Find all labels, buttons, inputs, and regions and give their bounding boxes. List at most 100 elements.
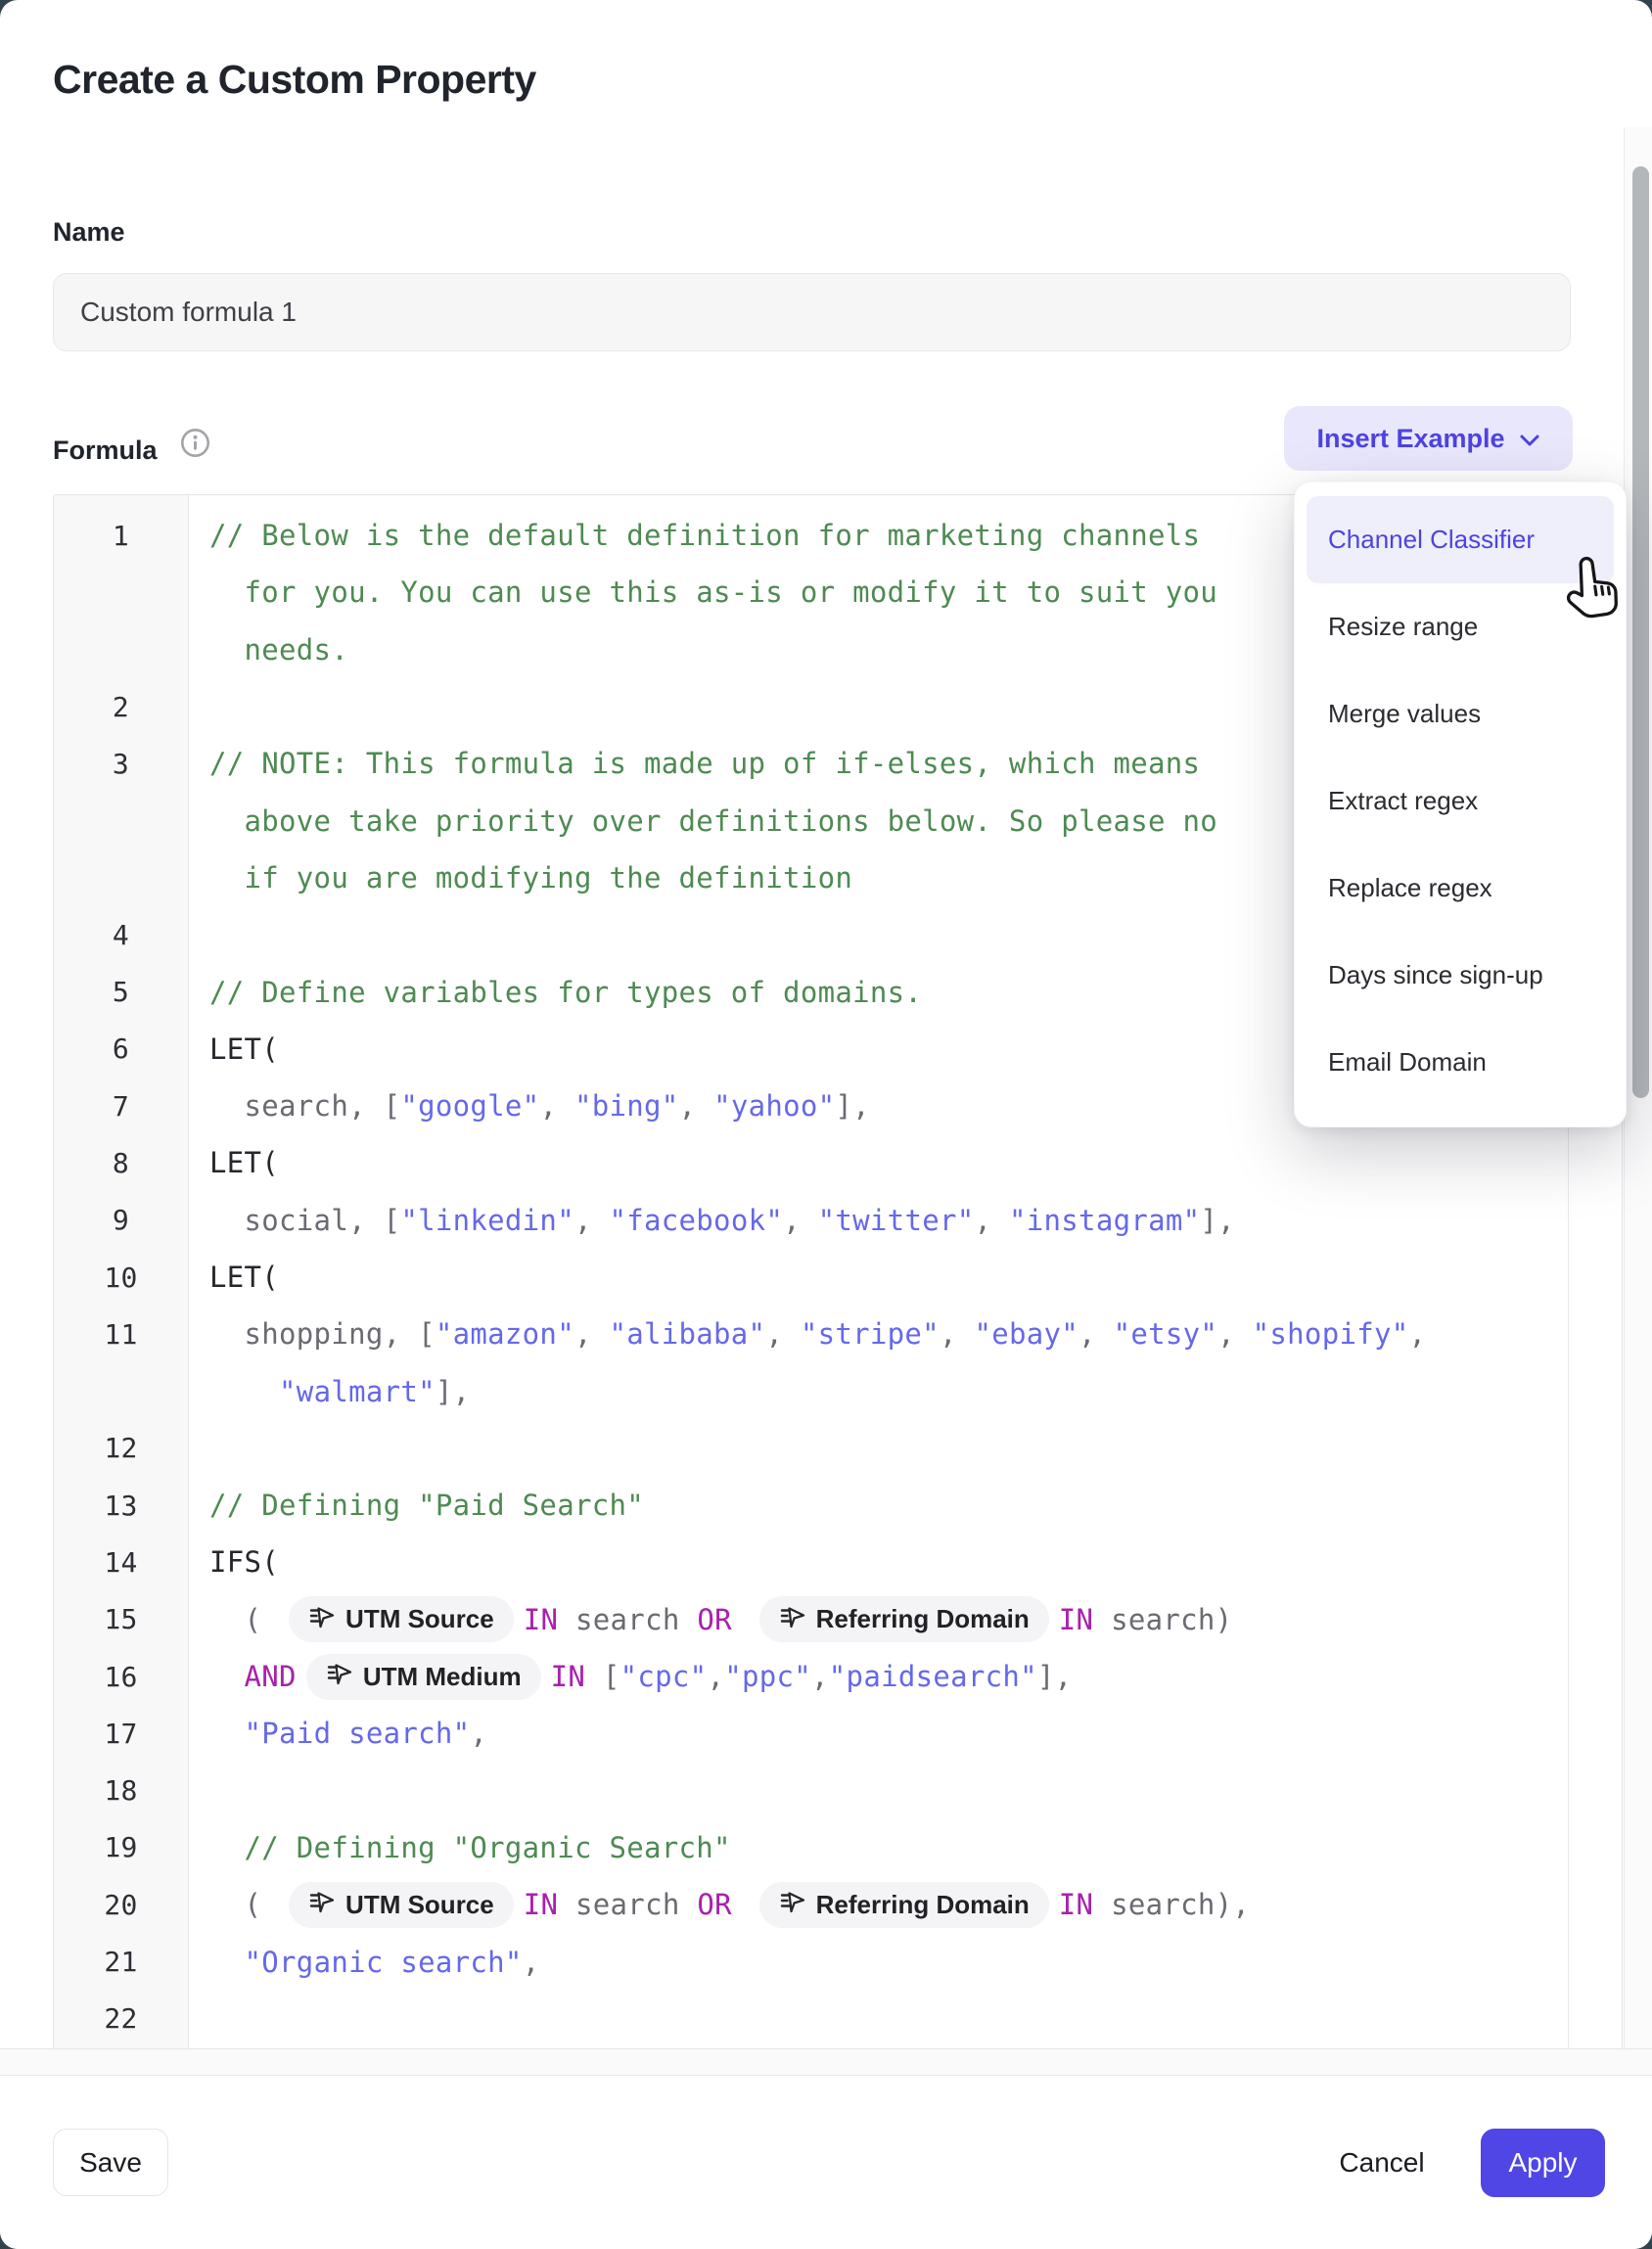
code-token: IFS( xyxy=(209,1545,279,1579)
code-token: "twitter" xyxy=(818,1204,975,1237)
variable-chip[interactable]: UTM Source xyxy=(289,1596,514,1642)
line-number: 9 xyxy=(54,1192,188,1249)
code-token xyxy=(209,1375,279,1408)
code-token: , xyxy=(539,1089,574,1123)
code-token: // NOTE: This formula is made up of if-e… xyxy=(209,747,1200,780)
code-token: ], xyxy=(835,1089,870,1123)
line-number: 13 xyxy=(54,1477,188,1534)
menu-item-merge-values[interactable]: Merge values xyxy=(1307,670,1614,757)
code-token: IN xyxy=(551,1660,586,1693)
code-line[interactable]: LET( xyxy=(190,1134,1568,1191)
variable-chip[interactable]: UTM Medium xyxy=(306,1654,541,1700)
code-token: for you. You can use this as-is or modif… xyxy=(209,575,1217,609)
code-token: LET( xyxy=(209,1033,279,1066)
code-token: "ebay" xyxy=(974,1317,1078,1351)
menu-item-days-since-sign-up[interactable]: Days since sign-up xyxy=(1307,932,1614,1019)
insert-example-button[interactable]: Insert Example xyxy=(1284,406,1573,471)
code-line[interactable] xyxy=(190,1991,1568,2047)
name-input[interactable] xyxy=(53,273,1571,351)
code-token: IN xyxy=(1059,1888,1094,1921)
code-line[interactable] xyxy=(190,1763,1568,1819)
line-number: 22 xyxy=(54,1991,188,2047)
code-token: above take priority over definitions bel… xyxy=(209,804,1217,838)
code-token xyxy=(732,1888,750,1921)
name-label: Name xyxy=(53,217,125,248)
code-token: search) xyxy=(1093,1603,1232,1636)
line-number: 21 xyxy=(54,1933,188,1990)
variable-chip-label: UTM Source xyxy=(345,1604,494,1634)
code-token: search), xyxy=(1093,1888,1250,1921)
cancel-button[interactable]: Cancel xyxy=(1318,2129,1446,2196)
code-token: IN xyxy=(524,1603,559,1636)
line-number: 12 xyxy=(54,1420,188,1477)
variable-chip-label: UTM Medium xyxy=(363,1662,522,1692)
code-token: ( xyxy=(209,1603,279,1636)
code-token: IN xyxy=(524,1888,559,1921)
code-line[interactable]: social, ["linkedin", "facebook", "twitte… xyxy=(190,1192,1568,1249)
code-token: ( xyxy=(209,1888,279,1921)
variable-send-icon xyxy=(779,1888,805,1921)
code-token: "paidsearch" xyxy=(829,1660,1037,1693)
line-number: 5 xyxy=(54,963,188,1020)
variable-send-icon xyxy=(308,1603,335,1636)
line-number-gutter: 12345678910111213141516171819202122 xyxy=(54,495,189,2049)
code-line[interactable]: // Defining "Organic Search" xyxy=(190,1819,1568,1876)
code-line[interactable]: shopping, ["amazon", "alibaba", "stripe"… xyxy=(190,1306,1568,1362)
code-token: , xyxy=(783,1204,818,1237)
vertical-scrollbar-thumb[interactable] xyxy=(1632,166,1649,1098)
code-line[interactable]: // Defining "Paid Search" xyxy=(190,1477,1568,1534)
code-token: "walmart" xyxy=(279,1375,436,1408)
code-line[interactable]: "Paid search", xyxy=(190,1705,1568,1762)
line-number: 15 xyxy=(54,1591,188,1648)
code-token: "Organic search" xyxy=(245,1946,523,1979)
save-button[interactable]: Save xyxy=(53,2129,168,2196)
code-token: "linkedin" xyxy=(400,1204,574,1237)
line-number: 11 xyxy=(54,1306,188,1362)
code-token: ], xyxy=(436,1375,471,1408)
code-token: , xyxy=(574,1204,610,1237)
code-line[interactable]: LET( xyxy=(190,1249,1568,1306)
menu-item-email-domain[interactable]: Email Domain xyxy=(1307,1019,1614,1106)
code-token: "shopify" xyxy=(1253,1317,1409,1351)
code-token: , xyxy=(707,1660,724,1693)
code-token: search, [ xyxy=(209,1089,400,1123)
variable-chip-label: UTM Source xyxy=(345,1890,494,1920)
chevron-down-icon xyxy=(1519,424,1540,454)
line-number: 7 xyxy=(54,1078,188,1134)
code-line[interactable]: ( UTM SourceIN search OR Referring Domai… xyxy=(190,1876,1568,1933)
code-line[interactable] xyxy=(190,1420,1568,1477)
line-number: 16 xyxy=(54,1648,188,1705)
line-number: 18 xyxy=(54,1763,188,1819)
code-token: , xyxy=(974,1204,1009,1237)
horizontal-scrollbar-track[interactable] xyxy=(0,2048,1652,2076)
line-number xyxy=(54,1362,188,1419)
code-token: , xyxy=(940,1317,975,1351)
insert-example-label: Insert Example xyxy=(1316,424,1504,454)
variable-send-icon xyxy=(326,1660,352,1693)
line-number: 19 xyxy=(54,1819,188,1876)
code-line[interactable]: ( UTM SourceIN search OR Referring Domai… xyxy=(190,1591,1568,1648)
line-number: 2 xyxy=(54,678,188,735)
code-line[interactable]: "walmart"], xyxy=(190,1362,1568,1419)
menu-item-replace-regex[interactable]: Replace regex xyxy=(1307,845,1614,932)
variable-chip[interactable]: Referring Domain xyxy=(759,1882,1049,1928)
code-token: ], xyxy=(1200,1204,1235,1237)
code-token: shopping, [ xyxy=(209,1317,436,1351)
code-token: "google" xyxy=(400,1089,539,1123)
line-number xyxy=(54,849,188,906)
code-token: OR xyxy=(697,1888,732,1921)
code-token: , xyxy=(1078,1317,1114,1351)
code-token: AND xyxy=(245,1660,297,1693)
code-token: // Defining "Organic Search" xyxy=(209,1831,731,1864)
variable-chip[interactable]: UTM Source xyxy=(289,1882,514,1928)
code-token: "alibaba" xyxy=(609,1317,765,1351)
code-line[interactable]: ANDUTM MediumIN ["cpc","ppc","paidsearch… xyxy=(190,1648,1568,1705)
info-circle-icon[interactable] xyxy=(179,427,211,459)
apply-button[interactable]: Apply xyxy=(1481,2129,1605,2197)
menu-item-extract-regex[interactable]: Extract regex xyxy=(1307,757,1614,845)
line-number: 4 xyxy=(54,906,188,963)
code-token: "cpc" xyxy=(620,1660,708,1693)
code-line[interactable]: IFS( xyxy=(190,1534,1568,1590)
code-line[interactable]: "Organic search", xyxy=(190,1933,1568,1990)
variable-chip[interactable]: Referring Domain xyxy=(759,1596,1049,1642)
